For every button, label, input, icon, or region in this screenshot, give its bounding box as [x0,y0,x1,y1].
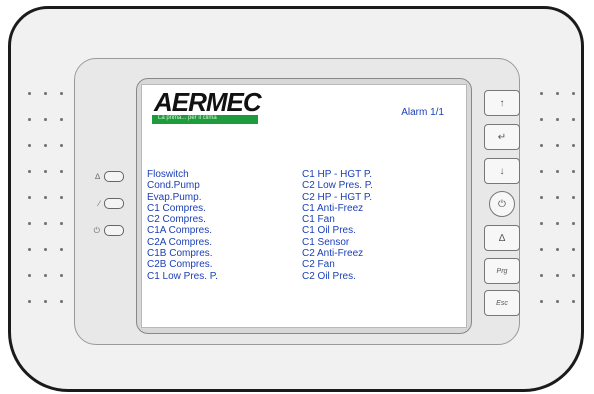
left-speaker-grid [28,92,76,326]
wrench-icon: ∕ [98,199,100,208]
alarm-item: C2 Low Pres. P. [302,180,373,192]
alarm-item: C2A Compres. [147,236,213,248]
alarm-item: C1 Low Pres. P. [147,270,218,282]
alarm-item: C1 Compres. [147,202,206,214]
service-indicator: ∕ [88,198,124,209]
alarm-list-left: Floswitch Cond.Pump Evap.Pump. C1 Compre… [147,169,218,282]
enter-button[interactable]: ↵ [484,124,520,150]
aermec-logo: AERMEC La prima... per il clima [152,87,272,127]
alarm-item: C1 HP - HGT P. [302,169,373,180]
prg-label: Prg [496,267,508,275]
alarm-item: C1 Sensor [302,236,350,248]
alarm-bell-icon: ∆ [95,172,100,181]
service-led [104,198,124,209]
alarm-item: C1A Compres. [147,225,213,237]
prg-button[interactable]: Prg [484,258,520,284]
power-button[interactable]: ⏻ [489,191,515,217]
alarm-item: Floswitch [147,169,189,180]
alarm-item: Cond.Pump [147,180,200,192]
lcd-screen: AERMEC La prima... per il clima Alarm 1/… [141,84,467,328]
alarm-item: C1 Anti-Freez [302,202,364,214]
logo-wordmark: AERMEC [154,87,262,117]
alarm-item: C2 Fan [302,259,335,271]
alarm-list-right: C1 HP - HGT P. C2 Low Pres. P. C2 HP - H… [302,169,373,282]
logo-tagline: La prima... per il clima [158,115,217,121]
right-speaker-grid [540,92,588,326]
arrow-up-icon: ↑ [499,97,505,109]
esc-label: Esc [496,299,508,307]
alarm-item: C2B Compres. [147,259,213,271]
power-led [104,225,124,236]
up-button[interactable]: ↑ [484,90,520,116]
alarm-item: C1B Compres. [147,248,213,260]
alarm-item: C1 Fan [302,214,335,226]
power-icon: ⏻ [93,225,100,235]
alarm-item: C2 Compres. [147,214,206,226]
alarm-counter: Alarm 1/1 [401,107,444,118]
esc-button[interactable]: Esc [484,290,520,316]
arrow-down-icon: ↓ [499,165,505,177]
alarm-item: C1 Oil Pres. [302,225,356,237]
alarm-button[interactable]: ∆ [484,225,520,251]
alarm-item: C2 Oil Pres. [302,270,356,282]
enter-icon: ↵ [497,131,507,143]
down-button[interactable]: ↓ [484,158,520,184]
alarm-item: C2 Anti-Freez [302,248,364,260]
alarm-indicator: ∆ [88,171,124,182]
alarm-led [104,171,124,182]
alarm-item: C2 HP - HGT P. [302,191,373,203]
power-icon: ⏻ [498,198,506,210]
alarm-item: Evap.Pump. [147,191,202,203]
bell-icon: ∆ [498,232,506,244]
power-indicator: ⏻ [88,225,124,236]
